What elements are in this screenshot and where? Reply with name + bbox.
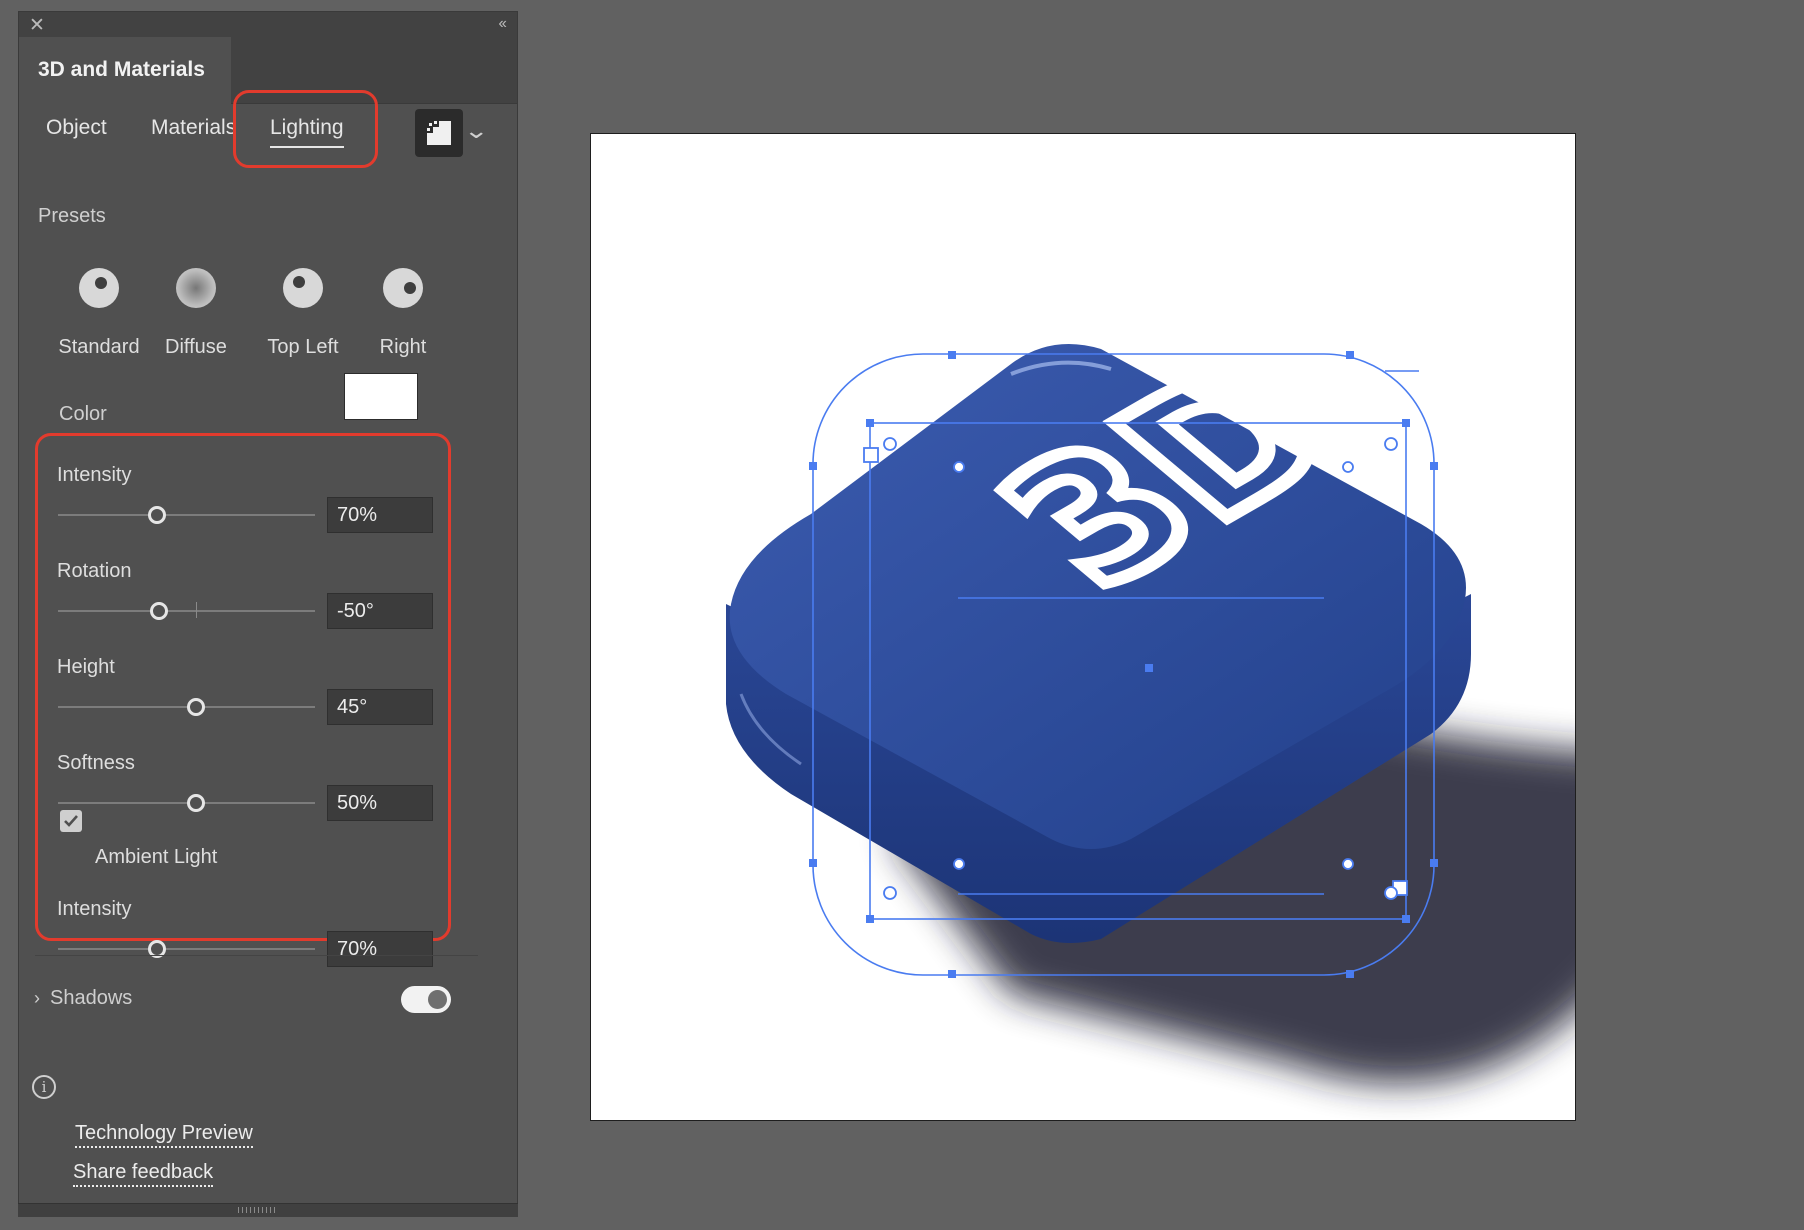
rotation-slider-knob[interactable] (150, 602, 168, 620)
standard-light-icon (79, 268, 119, 308)
preset-label: Right (379, 336, 427, 358)
section-divider (35, 955, 478, 956)
light-color-swatch[interactable] (344, 373, 418, 420)
preset-diffuse[interactable]: Diffuse (141, 256, 251, 359)
intensity-field[interactable]: 70% (327, 497, 433, 533)
preset-right[interactable]: Right (348, 256, 458, 359)
checkmark-icon (64, 815, 78, 827)
softness-label: Softness (57, 752, 135, 774)
panel-footer (18, 1203, 518, 1217)
preset-standard[interactable]: Standard (44, 256, 154, 359)
intensity-label: Intensity (57, 464, 132, 486)
resize-grip-icon[interactable] (238, 1207, 278, 1213)
rotation-label: Rotation (57, 560, 132, 582)
height-slider-knob[interactable] (187, 698, 205, 716)
info-icon: i (32, 1075, 56, 1099)
render-icon (425, 119, 453, 147)
toggle-knob (428, 990, 447, 1009)
right-light-icon (383, 268, 423, 308)
close-icon[interactable]: ✕ (29, 14, 45, 37)
presets-heading: Presets (38, 205, 106, 227)
chevron-down-icon[interactable]: ⌄ (463, 118, 489, 144)
shadows-label: Shadows (50, 987, 133, 1009)
intensity-slider-track[interactable] (58, 514, 315, 516)
rotation-slider-track[interactable] (58, 610, 315, 612)
preset-top-left[interactable]: Top Left (248, 256, 358, 359)
panel-title-bar: ✕ ‹‹ (19, 12, 517, 37)
ambient-intensity-slider-track[interactable] (58, 948, 315, 950)
tab-materials[interactable]: Materials (151, 116, 236, 140)
panel-tab-3d-materials[interactable]: 3D and Materials (19, 37, 231, 104)
tab-object[interactable]: Object (46, 116, 107, 140)
preset-label: Diffuse (165, 336, 227, 358)
ambient-intensity-label: Intensity (57, 898, 132, 920)
ambient-intensity-field[interactable]: 70% (327, 931, 433, 967)
height-label: Height (57, 656, 115, 678)
softness-slider-knob[interactable] (187, 794, 205, 812)
rotation-zero-tick (196, 602, 197, 618)
color-label: Color (59, 403, 107, 425)
ambient-light-checkbox[interactable] (60, 810, 82, 832)
canvas-svg: 3D (726, 320, 1575, 1084)
intensity-slider-knob[interactable] (148, 506, 166, 524)
share-feedback-link[interactable]: Share feedback (73, 1161, 214, 1187)
rotation-field[interactable]: -50° (327, 593, 433, 629)
chevron-right-icon: › (34, 988, 40, 1008)
artboard: 3D (590, 133, 1576, 1121)
height-field[interactable]: 45° (327, 689, 433, 725)
collapse-icon[interactable]: ‹‹ (498, 15, 507, 33)
preset-label: Standard (58, 336, 140, 358)
shadows-expander[interactable]: › Shadows (34, 987, 132, 1010)
preset-label: Top Left (267, 336, 339, 358)
diffuse-light-icon (176, 268, 216, 308)
lighting-tab-highlight (233, 90, 378, 168)
shadows-toggle[interactable] (401, 986, 451, 1013)
render-button[interactable] (415, 109, 463, 157)
ambient-light-label: Ambient Light (95, 846, 218, 868)
softness-field[interactable]: 50% (327, 785, 433, 821)
top-left-light-icon (283, 268, 323, 308)
technology-preview-link[interactable]: Technology Preview (75, 1122, 253, 1148)
